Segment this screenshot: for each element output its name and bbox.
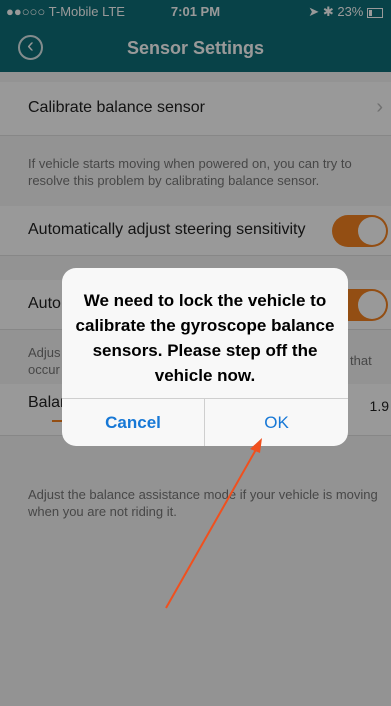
arrow-head-icon [250,438,262,453]
annotation-arrow [165,438,262,609]
arrow-shaft [165,445,259,609]
